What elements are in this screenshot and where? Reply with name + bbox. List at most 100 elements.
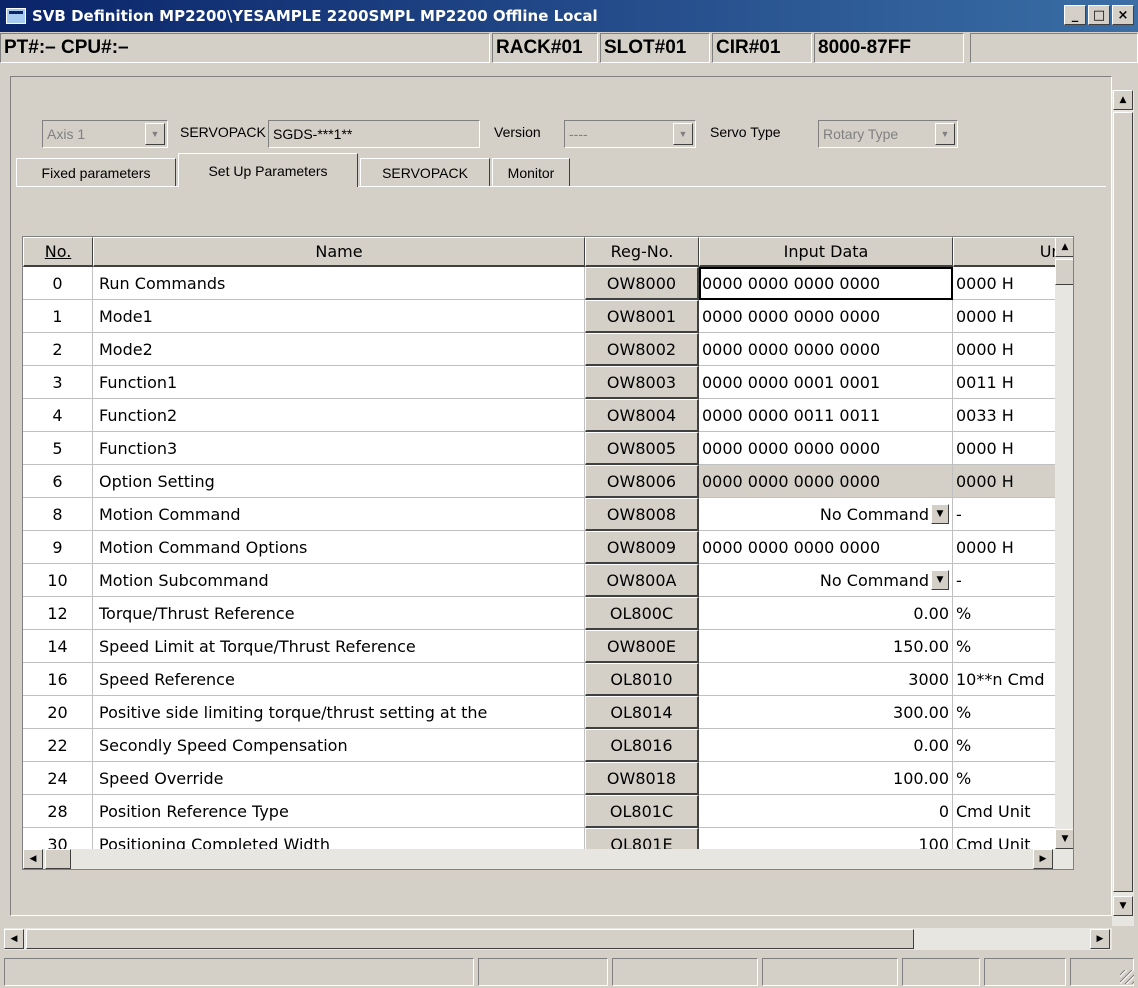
version-select[interactable]: ---- ▼ [564,120,696,148]
register-number[interactable]: OW8008 [585,498,699,531]
register-number[interactable]: OW8001 [585,300,699,333]
register-number[interactable]: OL8016 [585,729,699,762]
input-data-value: 0000 0000 0000 0000 [702,471,881,491]
maximize-button[interactable]: □ [1088,5,1110,25]
scroll-left-icon[interactable]: ◀ [4,929,24,949]
register-number[interactable]: OW800A [585,564,699,597]
input-data-cell[interactable]: No Command ▼ [699,564,953,597]
tab-servopack[interactable]: SERVOPACK [360,158,490,186]
column-header-unit[interactable]: Uni [953,237,1071,267]
input-data-cell[interactable]: 0 [699,795,953,828]
column-header-reg-no[interactable]: Reg-No. [585,237,699,267]
input-data-cell[interactable]: 100.00 [699,762,953,795]
tab-fixed-parameters[interactable]: Fixed parameters [16,158,176,186]
servo-type-select[interactable]: Rotary Type ▼ [818,120,958,148]
scroll-up-icon[interactable]: ▲ [1055,237,1073,257]
register-number[interactable]: OL8014 [585,696,699,729]
table-row[interactable]: 28 Position Reference Type OL801C 0 Cmd Unit [23,795,1073,828]
input-data-value: 0.00 [913,603,949,623]
scroll-right-icon[interactable]: ▶ [1033,849,1053,869]
table-row[interactable]: 8 Motion Command OW8008 No Command ▼ - [23,498,1073,531]
table-row[interactable]: 16 Speed Reference OL8010 3000 10**n Cmd [23,663,1073,696]
input-data-cell[interactable]: 0.00 [699,729,953,762]
parameter-name: Option Setting [93,465,585,498]
input-data-cell[interactable]: 0000 0000 0000 0000 [699,432,953,465]
table-row[interactable]: 14 Speed Limit at Torque/Thrust Reference… [23,630,1073,663]
table-row[interactable]: 6 Option Setting OW8006 0000 0000 0000 0000… [23,465,1073,498]
table-row[interactable]: 24 Speed Override OW8018 100.00% [23,762,1073,795]
table-row[interactable]: 12 Torque/Thrust Reference OL800C 0.00% [23,597,1073,630]
tab-set-up-parameters[interactable]: Set Up Parameters [178,153,358,187]
unit-cell: % [953,762,1071,795]
input-data-cell[interactable]: 0000 0000 0000 0000 [699,531,953,564]
input-data-cell[interactable]: 0000 0000 0000 0000 [699,465,953,498]
register-number[interactable]: OW8002 [585,333,699,366]
outer-vertical-scrollbar[interactable]: ▲ ▼ [1112,90,1134,926]
register-number[interactable]: OW8000 [585,267,699,300]
column-header-no[interactable]: No. [23,237,93,267]
unit-cell: 0033 H [953,399,1071,432]
column-header-input-data[interactable]: Input Data [699,237,953,267]
table-row[interactable]: 1 Mode1 OW8001 0000 0000 0000 0000 0000 H [23,300,1073,333]
input-data-cell[interactable]: 0000 0000 0000 0000 [699,267,953,300]
table-row[interactable]: 9 Motion Command Options OW8009 0000 0000 0… [23,531,1073,564]
register-number[interactable]: OW800E [585,630,699,663]
grid-scroll-thumb[interactable] [1055,259,1073,285]
outer-hscroll-thumb[interactable] [26,929,914,949]
input-data-cell[interactable]: 300.00 [699,696,953,729]
scroll-left-icon[interactable]: ◀ [23,849,43,869]
scroll-down-icon[interactable]: ▼ [1055,829,1073,849]
parameter-grid[interactable]: No. Name Reg-No. Input Data Uni 0 Run Com… [22,236,1074,870]
grid-hscroll-thumb[interactable] [45,849,71,869]
register-number[interactable]: OW8006 [585,465,699,498]
input-data-cell[interactable]: 0000 0000 0000 0000 [699,300,953,333]
table-row[interactable]: 22 Secondly Speed Compensation OL8016 0.00% [23,729,1073,762]
minimize-button[interactable]: _ [1064,5,1086,25]
close-button[interactable]: × [1112,5,1134,25]
input-data-cell[interactable]: 150.00 [699,630,953,663]
table-row[interactable]: 10 Motion Subcommand OW800A No Command ▼ - [23,564,1073,597]
input-data-cell[interactable]: 0.00 [699,597,953,630]
input-data-cell[interactable]: No Command ▼ [699,498,953,531]
resize-grip-icon[interactable] [1120,970,1134,984]
table-row[interactable]: 4 Function2 OW8004 0000 0000 0011 0011 0033 … [23,399,1073,432]
scroll-down-icon[interactable]: ▼ [1113,896,1133,916]
table-row[interactable]: 5 Function3 OW8005 0000 0000 0000 0000 0000 … [23,432,1073,465]
table-row[interactable]: 3 Function1 OW8003 0000 0000 0001 0001 0011 … [23,366,1073,399]
register-number[interactable]: OW8004 [585,399,699,432]
register-number[interactable]: OW8005 [585,432,699,465]
grid-vertical-scrollbar[interactable]: ▲ ▼ [1055,237,1073,849]
axis-select[interactable]: Axis 1 ▼ [42,120,168,148]
input-data-cell[interactable]: 0000 0000 0011 0011 [699,399,953,432]
grid-horizontal-scrollbar[interactable]: ◀ ▶ [23,849,1073,869]
chevron-down-icon[interactable]: ▼ [673,123,693,145]
register-number[interactable]: OW8018 [585,762,699,795]
table-row[interactable]: 20 Positive side limiting torque/thrust s… [23,696,1073,729]
input-data-cell[interactable]: 0000 0000 0001 0001 [699,366,953,399]
servopack-model-field: SGDS-***1** [268,120,480,148]
parameter-name: Speed Reference [93,663,585,696]
chevron-down-icon[interactable]: ▼ [931,504,949,524]
register-number[interactable]: OL800C [585,597,699,630]
column-header-name[interactable]: Name [93,237,585,267]
table-row[interactable]: 0 Run Commands OW8000 0000 0000 0000 0000 00… [23,267,1073,300]
input-data-cell[interactable]: 0000 0000 0000 0000 [699,333,953,366]
outer-horizontal-scrollbar[interactable]: ◀ ▶ [4,928,1112,950]
scroll-up-icon[interactable]: ▲ [1113,90,1133,110]
tab-monitor[interactable]: Monitor [492,158,570,186]
chevron-down-icon[interactable]: ▼ [935,123,955,145]
register-number[interactable]: OL801C [585,795,699,828]
chevron-down-icon[interactable]: ▼ [931,570,949,590]
title-bar[interactable]: SVB Definition MP2200\YESAMPLE 2200SMPL … [0,0,1138,32]
register-number[interactable]: OL8010 [585,663,699,696]
scroll-right-icon[interactable]: ▶ [1090,929,1110,949]
row-number: 9 [23,531,93,564]
unit-cell: Cmd Unit [953,795,1071,828]
outer-scroll-thumb[interactable] [1113,112,1133,892]
chevron-down-icon[interactable]: ▼ [145,123,165,145]
input-data-cell[interactable]: 3000 [699,663,953,696]
register-number[interactable]: OW8003 [585,366,699,399]
table-row[interactable]: 2 Mode2 OW8002 0000 0000 0000 0000 0000 H [23,333,1073,366]
parameter-name: Torque/Thrust Reference [93,597,585,630]
register-number[interactable]: OW8009 [585,531,699,564]
